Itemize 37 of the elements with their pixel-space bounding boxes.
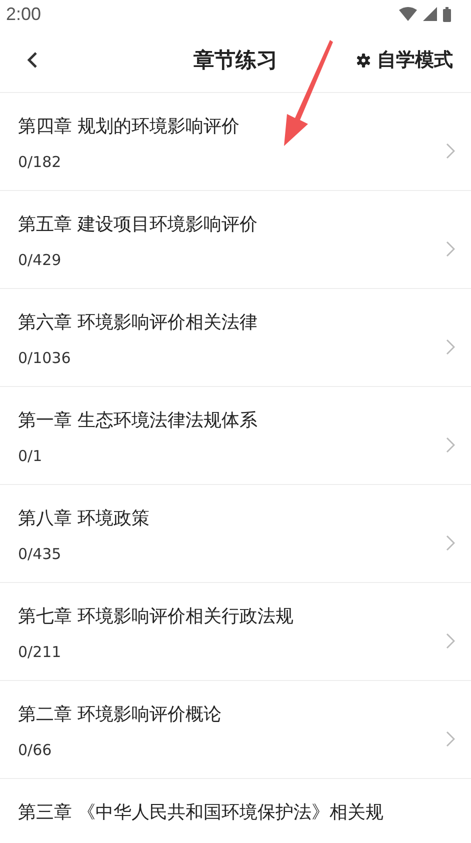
back-icon (26, 51, 38, 69)
chapter-item[interactable]: 第八章 环境政策 0/435 (0, 485, 471, 583)
self-study-mode-button[interactable]: 自学模式 (352, 43, 457, 77)
chevron-right-icon (446, 633, 455, 649)
status-time: 2:00 (6, 4, 42, 24)
chapter-title: 第六章 环境影响评价相关法律 (18, 311, 259, 335)
chapter-title: 第七章 环境影响评价相关行政法规 (18, 605, 295, 629)
chapter-title: 第八章 环境政策 (18, 507, 151, 531)
chapter-item[interactable]: 第五章 建设项目环境影响评价 0/429 (0, 191, 471, 289)
question-count: 0/182 (18, 153, 62, 171)
chapter-title: 第五章 建设项目环境影响评价 (18, 213, 259, 237)
chevron-right-icon (446, 241, 455, 257)
chapter-title: 第四章 规划的环境影响评价 (18, 115, 241, 139)
wifi-icon (399, 7, 417, 21)
question-count: 0/66 (18, 741, 53, 759)
question-count: 0/211 (18, 643, 62, 661)
chapter-item[interactable]: 第二章 环境影响评价概论 0/66 (0, 681, 471, 779)
chevron-right-icon (446, 731, 455, 747)
question-count: 0/1 (18, 447, 44, 465)
battery-icon (443, 6, 451, 22)
chapter-title: 第一章 生态环境法律法规体系 (18, 409, 259, 433)
chapter-title: 第二章 环境影响评价概论 (18, 703, 223, 727)
chevron-right-icon (446, 143, 455, 159)
chevron-right-icon (446, 437, 455, 453)
chevron-right-icon (446, 535, 455, 551)
page-title: 章节练习 (194, 47, 278, 74)
chapter-item[interactable]: 第七章 环境影响评价相关行政法规 0/211 (0, 583, 471, 681)
chapter-item[interactable]: 第六章 环境影响评价相关法律 0/1036 (0, 289, 471, 387)
chapter-item[interactable]: 第一章 生态环境法律法规体系 0/1 (0, 387, 471, 485)
question-count: 0/429 (18, 251, 62, 269)
signal-icon (423, 7, 437, 21)
chapter-title: 第三章 《中华人民共和国环境保护法》相关规 (18, 801, 385, 825)
chapter-item[interactable]: 第三章 《中华人民共和国环境保护法》相关规 (0, 779, 471, 843)
chevron-right-icon (446, 339, 455, 355)
question-count: 0/435 (18, 545, 62, 563)
question-count: 0/1036 (18, 349, 72, 367)
settings-icon (356, 52, 371, 68)
